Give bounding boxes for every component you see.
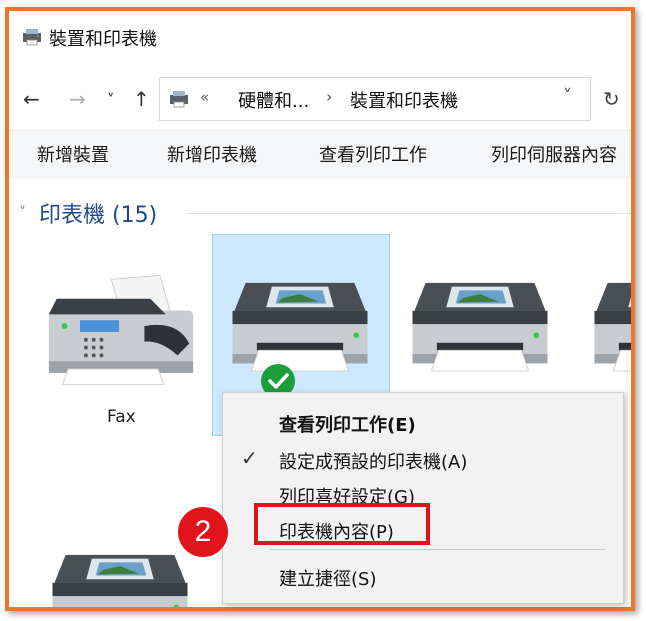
printer-icon [225,273,375,377]
back-button[interactable]: ← [23,87,40,111]
step-number-badge: 2 [178,507,228,557]
navigation-bar: ← → ˅ ↑ « 硬體和... › 裝置和印表機 ˅ ↻ [9,77,631,121]
menu-item-see-print-jobs[interactable]: 查看列印工作(E) [279,411,416,437]
forward-button[interactable]: → [69,87,86,111]
device-item-fax[interactable]: Fax [37,261,207,431]
menu-separator [269,549,605,550]
breadcrumb-arrow-icon[interactable]: › [326,87,332,106]
highlight-box [254,503,430,545]
menu-item-create-shortcut[interactable]: 建立捷徑(S) [279,565,376,591]
address-dropdown-icon[interactable]: ˅ [563,86,572,107]
fax-icon [43,271,199,389]
printer-icon [587,273,631,377]
print-server-properties-button[interactable]: 列印伺服器內容 [491,141,617,167]
devices-printers-icon [170,91,188,108]
menu-item-set-default-printer[interactable]: 設定成預設的印表機(A) [279,448,467,474]
title-bar: 裝置和印表機 [9,11,631,63]
printer-icon [405,273,555,377]
address-overflow-chevron[interactable]: « [200,88,209,106]
device-item-printer[interactable] [401,271,561,391]
recent-locations-button[interactable]: ˅ [107,91,115,109]
up-button[interactable]: ↑ [133,87,150,111]
refresh-button[interactable]: ↻ [603,87,620,111]
address-bar[interactable]: « 硬體和... › 裝置和印表機 ˅ [159,77,591,121]
command-bar: 新增裝置 新增印表機 查看列印工作 列印伺服器內容 [9,129,631,179]
checkmark-icon: ✓ [241,446,258,470]
group-divider [187,213,631,214]
collapse-chevron-icon[interactable]: ˅ [19,205,26,221]
device-item-printer[interactable] [45,545,195,607]
breadcrumb-devices-printers[interactable]: 裝置和印表機 [350,87,458,113]
breadcrumb-hardware[interactable]: 硬體和... [238,87,309,113]
printers-group-header[interactable]: ˅ 印表機 (15) [9,195,631,231]
context-menu: 查看列印工作(E) ✓ 設定成預設的印表機(A) 列印喜好設定(G) 印表機內容… [222,392,624,604]
add-device-button[interactable]: 新增裝置 [37,141,109,167]
add-printer-button[interactable]: 新增印表機 [167,141,257,167]
window-title: 裝置和印表機 [49,29,157,50]
see-print-jobs-button[interactable]: 查看列印工作 [319,141,427,167]
printer-icon [45,545,195,607]
devices-printers-icon [23,29,41,46]
group-title: 印表機 (15) [39,203,158,228]
device-label: Fax [107,407,136,427]
device-item-printer[interactable] [587,271,631,391]
